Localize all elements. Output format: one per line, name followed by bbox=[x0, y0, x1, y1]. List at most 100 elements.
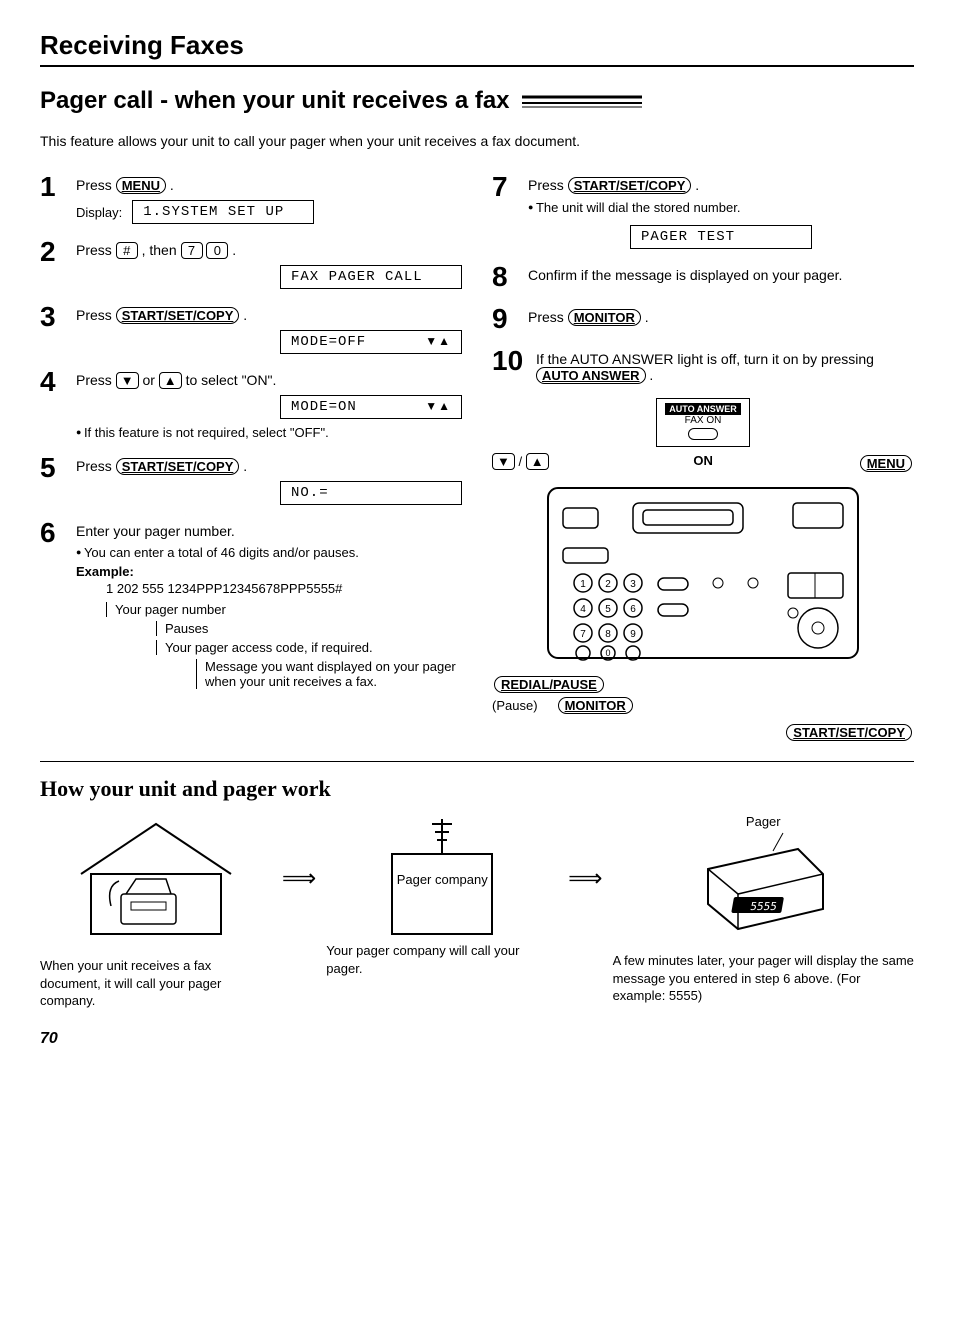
device-diagram: AUTO ANSWER FAX ON ▼ / ▲ ON MENU bbox=[492, 398, 914, 743]
menu-callout: MENU bbox=[860, 455, 912, 472]
svg-text:9: 9 bbox=[630, 629, 636, 640]
page-subtitle: Pager call - when your unit receives a f… bbox=[40, 87, 510, 115]
display-label: Display: bbox=[76, 205, 122, 220]
step1-text-a: Press bbox=[76, 177, 116, 193]
svg-text:5: 5 bbox=[605, 604, 611, 615]
step4-text-a: Press bbox=[76, 372, 116, 388]
hash-key[interactable]: # bbox=[116, 242, 138, 259]
start-set-copy-button[interactable]: START/SET/COPY bbox=[116, 458, 240, 475]
annotation-pager-number: Your pager number bbox=[106, 602, 415, 617]
svg-text:4: 4 bbox=[580, 604, 586, 615]
house-fax-icon bbox=[71, 814, 241, 944]
pager-company-label: Pager company bbox=[326, 872, 558, 887]
display-box-2: FAX PAGER CALL bbox=[280, 265, 462, 289]
display-box-1: 1.SYSTEM SET UP bbox=[132, 200, 314, 224]
svg-text:0: 0 bbox=[605, 648, 610, 658]
example-string: 1 202 555 1234PPP12345678PPP5555# bbox=[106, 581, 462, 596]
example-label: Example: bbox=[76, 564, 462, 579]
svg-text:7: 7 bbox=[580, 629, 586, 640]
step-number: 10 bbox=[492, 347, 536, 375]
step-4: 4 Press ▼ or ▲ to select "ON". MODE=ON▼▲… bbox=[40, 368, 462, 440]
flow-caption-1: When your unit receives a fax document, … bbox=[40, 957, 272, 1010]
step-number: 6 bbox=[40, 519, 76, 547]
fax-device-icon: 1 2 3 4 5 6 7 8 9 0 bbox=[543, 478, 863, 668]
step-9: 9 Press MONITOR . bbox=[492, 305, 914, 333]
arrow-icon: ⟹ bbox=[282, 814, 316, 893]
down-key[interactable]: ▼ bbox=[492, 453, 515, 470]
decor-lines-icon bbox=[522, 93, 642, 109]
pager-icon: 5555 bbox=[688, 829, 838, 939]
step-number: 7 bbox=[492, 173, 528, 201]
step-3: 3 Press START/SET/COPY . MODE=OFF▼▲ bbox=[40, 303, 462, 354]
annotation-access-code: Your pager access code, if required. bbox=[156, 640, 462, 655]
up-key[interactable]: ▲ bbox=[159, 372, 182, 389]
step-number: 5 bbox=[40, 454, 76, 482]
intro-text: This feature allows your unit to call yo… bbox=[40, 133, 914, 149]
divider bbox=[40, 761, 914, 762]
step5-text-a: Press bbox=[76, 458, 116, 474]
svg-text:2: 2 bbox=[605, 579, 611, 590]
start-set-copy-button[interactable]: START/SET/COPY bbox=[116, 307, 240, 324]
step-5: 5 Press START/SET/COPY . NO.= bbox=[40, 454, 462, 505]
step7-text-a: Press bbox=[528, 177, 568, 193]
display-box-3: MODE=OFF▼▲ bbox=[280, 330, 462, 354]
auto-answer-button[interactable]: AUTO ANSWER bbox=[536, 367, 646, 384]
svg-text:1: 1 bbox=[580, 579, 586, 590]
right-column: 7 Press START/SET/COPY . The unit will d… bbox=[492, 173, 914, 743]
up-key[interactable]: ▲ bbox=[526, 453, 549, 470]
menu-button[interactable]: MENU bbox=[116, 177, 166, 194]
step1-text-b: . bbox=[170, 177, 174, 193]
monitor-callout: MONITOR bbox=[558, 697, 633, 714]
step-number: 1 bbox=[40, 173, 76, 201]
divider bbox=[40, 65, 914, 67]
auto-answer-label: AUTO ANSWER bbox=[665, 403, 741, 415]
on-label: ON bbox=[693, 453, 713, 474]
annotation-pauses: Pauses bbox=[156, 621, 462, 636]
redial-pause-callout: REDIAL/PAUSE bbox=[494, 676, 604, 693]
step2-text-a: Press bbox=[76, 242, 116, 258]
down-key[interactable]: ▼ bbox=[116, 372, 139, 389]
step3-text-b: . bbox=[243, 307, 247, 323]
step3-text-a: Press bbox=[76, 307, 116, 323]
step10-text-a: If the AUTO ANSWER light is off, turn it… bbox=[536, 351, 874, 367]
page-number: 70 bbox=[40, 1030, 914, 1048]
step-8: 8 Confirm if the message is displayed on… bbox=[492, 263, 914, 291]
step7-text-b: . bbox=[695, 177, 699, 193]
flow-diagram: When your unit receives a fax document, … bbox=[40, 814, 914, 1010]
display-box-5: NO.= bbox=[280, 481, 462, 505]
step-10: 10 If the AUTO ANSWER light is off, turn… bbox=[492, 347, 914, 384]
step9-text-a: Press bbox=[528, 309, 568, 325]
step-number: 8 bbox=[492, 263, 528, 291]
step9-text-b: . bbox=[645, 309, 649, 325]
zero-key[interactable]: 0 bbox=[206, 242, 228, 259]
subtitle-row: Pager call - when your unit receives a f… bbox=[40, 87, 914, 115]
step5-text-b: . bbox=[243, 458, 247, 474]
monitor-button[interactable]: MONITOR bbox=[568, 309, 641, 326]
step8-text: Confirm if the message is displayed on y… bbox=[528, 267, 842, 283]
seven-key[interactable]: 7 bbox=[181, 242, 203, 259]
step-2: 2 Press # , then 7 0 . FAX PAGER CALL bbox=[40, 238, 462, 289]
pause-label: (Pause) bbox=[492, 698, 538, 713]
step-number: 9 bbox=[492, 305, 528, 333]
svg-text:8: 8 bbox=[605, 629, 611, 640]
step-number: 3 bbox=[40, 303, 76, 331]
svg-text:6: 6 bbox=[630, 604, 636, 615]
step-1: 1 Press MENU . Display: 1.SYSTEM SET UP bbox=[40, 173, 462, 224]
display-box-4: MODE=ON▼▲ bbox=[280, 395, 462, 419]
step4-text-c: to select "ON". bbox=[186, 372, 277, 388]
svg-text:3: 3 bbox=[630, 579, 636, 590]
step6-text: Enter your pager number. bbox=[76, 523, 235, 539]
step6-note: You can enter a total of 46 digits and/o… bbox=[76, 545, 462, 560]
step7-note: The unit will dial the stored number. bbox=[528, 200, 914, 215]
pager-label: Pager bbox=[613, 814, 914, 829]
start-set-copy-button[interactable]: START/SET/COPY bbox=[568, 177, 692, 194]
flow-caption-2: Your pager company will call your pager. bbox=[326, 942, 558, 977]
step-number: 2 bbox=[40, 238, 76, 266]
section-title: Receiving Faxes bbox=[40, 30, 914, 61]
flow-caption-3: A few minutes later, your pager will dis… bbox=[613, 952, 914, 1005]
step2-text-c: . bbox=[232, 242, 236, 258]
step10-text-b: . bbox=[649, 367, 653, 383]
annotation-message: Message you want displayed on your pager… bbox=[196, 659, 462, 689]
step-6: 6 Enter your pager number. You can enter… bbox=[40, 519, 462, 689]
fax-on-label: FAX ON bbox=[665, 415, 741, 426]
